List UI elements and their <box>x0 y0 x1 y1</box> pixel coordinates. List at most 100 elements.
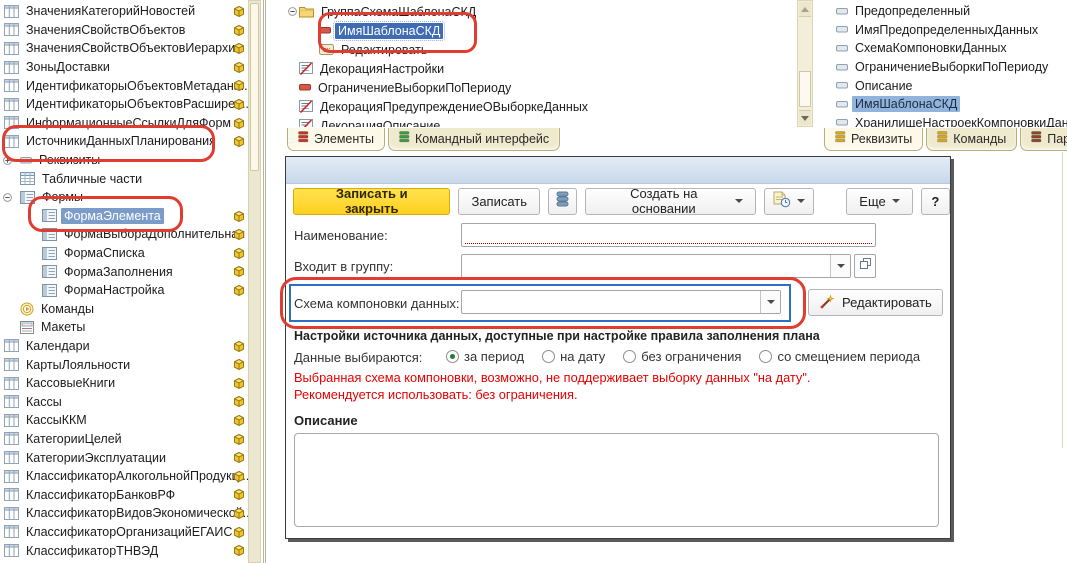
tree-item[interactable]: КассыККМ <box>0 411 248 430</box>
collapse-toggle-icon[interactable] <box>3 193 12 202</box>
tree-item[interactable]: Календари <box>0 337 248 356</box>
tree-item[interactable]: ЗоныДоставки <box>0 58 248 77</box>
dcs-dropdown-button[interactable] <box>760 291 780 313</box>
metadata-tree-scrollbar[interactable] <box>248 0 261 563</box>
tree-item[interactable]: ФормаЗаполнения <box>0 262 248 281</box>
tree-item[interactable]: ИсточникиДанныхПланирования <box>0 132 248 151</box>
radio-со-смещением-периода[interactable]: со смещением периода <box>759 349 920 364</box>
tree-item[interactable]: КлассификаторВидовЭкономической... <box>0 504 248 523</box>
save-button[interactable]: Записать <box>458 188 540 215</box>
tab-реквизиты[interactable]: Реквизиты <box>824 128 923 151</box>
tree-item[interactable]: КлассификаторТНВЭД <box>0 541 248 560</box>
tree-item[interactable]: КлассификаторАлкогольнойПродукц... <box>0 467 248 486</box>
tree-item[interactable]: ХранилищеНастроекКомпоновкиДан <box>822 114 1067 127</box>
tree-item[interactable]: окРедактировать <box>285 40 796 59</box>
catalog-icon <box>4 544 19 557</box>
tree-item[interactable]: ДекорацияНастройки <box>285 59 796 78</box>
modified-cube-icon <box>234 248 244 259</box>
catalog-icon <box>4 358 19 371</box>
tree-item[interactable]: Формы <box>0 188 248 207</box>
tree-item[interactable]: Команды <box>0 300 248 319</box>
tree-item[interactable]: ФормаСписка <box>0 244 248 263</box>
tree-item-label: ИдентификаторыОбъектовРасширен... <box>23 96 255 112</box>
help-button[interactable]: ? <box>921 188 950 215</box>
form-icon <box>42 228 57 241</box>
tree-item[interactable]: Реквизиты <box>0 151 248 170</box>
tree-item[interactable]: СхемаКомпоновкиДанных <box>822 39 1067 58</box>
tree-item[interactable]: КассовыеКниги <box>0 374 248 393</box>
tree-item[interactable]: ИмяШаблонаСКД <box>285 21 796 40</box>
form-caption-bar <box>286 157 950 184</box>
tree-item[interactable]: ФормаНастройка <box>0 281 248 300</box>
description-textarea[interactable] <box>294 433 939 527</box>
tree-item[interactable]: ЗначенияСвойствОбъектовИерархия <box>0 39 248 58</box>
group-open-button[interactable] <box>854 254 876 278</box>
scroll-down-button[interactable] <box>799 110 811 125</box>
tab-label: Реквизиты <box>851 132 912 146</box>
dcs-input[interactable] <box>461 290 781 314</box>
tree-item[interactable]: Описание <box>822 76 1067 95</box>
tree-item[interactable]: КлассификаторБанковРФ <box>0 485 248 504</box>
tree-item-label: Реквизиты <box>36 152 103 168</box>
tree-item[interactable]: КатегорииЭксплуатации <box>0 448 248 467</box>
more-button[interactable]: Еще <box>846 188 912 215</box>
tree-item[interactable]: ИдентификаторыОбъектовМетаданн... <box>0 76 248 95</box>
metadata-tree: ЗначенияКатегорийНовостейЗначенияСвойств… <box>0 2 248 560</box>
tree-item-label: СхемаКомпоновкиДанных <box>852 40 1010 56</box>
modified-cube-icon <box>234 434 244 445</box>
modified-cube-icon <box>234 6 244 17</box>
scroll-up-button[interactable] <box>799 2 811 17</box>
tree-item[interactable]: Макеты <box>0 318 248 337</box>
catalog-icon <box>4 395 19 408</box>
tab-парам[interactable]: Парам <box>1020 128 1067 151</box>
tab-команды[interactable]: Команды <box>926 128 1017 151</box>
tree-item[interactable]: ИдентификаторыОбъектовРасширен... <box>0 95 248 114</box>
edit-button[interactable]: Редактировать <box>808 289 943 316</box>
tree-item[interactable]: КатегорииЦелей <box>0 430 248 449</box>
tree-item[interactable]: ИнформационныеСсылкиДляФорм <box>0 114 248 133</box>
save-and-close-button[interactable]: Записать и закрыть <box>293 188 450 215</box>
modified-cube-icon <box>234 378 244 389</box>
scrollbar-thumb[interactable] <box>250 3 259 171</box>
tree-item[interactable]: ФормаЭлемента <box>0 207 248 226</box>
reports-dropdown-button[interactable] <box>764 188 814 215</box>
structure-button[interactable] <box>548 188 577 215</box>
tree-item-label: КатегорииЦелей <box>23 431 125 447</box>
form-icon <box>42 247 57 260</box>
tree-item[interactable]: ГруппаСхемаШаблонаСКД <box>285 2 796 21</box>
name-input[interactable] <box>461 223 876 247</box>
radio-на-дату[interactable]: на дату <box>542 349 605 364</box>
scrollbar-thumb[interactable] <box>799 71 811 107</box>
create-based-on-button[interactable]: Создать на основании <box>585 188 756 215</box>
modified-cube-icon <box>234 266 244 277</box>
section-title: Настройки источника данных, доступные пр… <box>294 329 820 343</box>
attributes-list: ПредопределенныйИмяПредопределенныхДанны… <box>822 0 1067 127</box>
tree-item[interactable]: ЗначенияКатегорийНовостей <box>0 2 248 21</box>
tree-item[interactable]: КартыЛояльности <box>0 355 248 374</box>
tree-item[interactable]: КлассификаторОрганизацийЕГАИС <box>0 523 248 542</box>
tree-item[interactable]: Кассы <box>0 392 248 411</box>
selection-mode-label: Данные выбираются: <box>294 350 422 365</box>
attr-icon <box>836 26 848 33</box>
panel-splitter[interactable] <box>263 0 266 563</box>
dcs-input-value <box>462 291 760 313</box>
radio-без-ограничения[interactable]: без ограничения <box>623 349 741 364</box>
tree-item[interactable]: Предопределенный <box>822 2 1067 21</box>
tree-item[interactable]: ОграничениеВыборкиПоПериоду <box>285 78 796 97</box>
tree-item[interactable]: ОграничениеВыборкиПоПериоду <box>822 58 1067 77</box>
group-dropdown-button[interactable] <box>830 255 850 277</box>
tree-item[interactable]: ДекорацияПредупреждениеОВыборкеДанных <box>285 97 796 116</box>
expand-toggle-icon[interactable] <box>3 156 12 165</box>
tree-item[interactable]: ЗначенияСвойствОбъектов <box>0 21 248 40</box>
collapse-toggle-icon[interactable] <box>288 7 297 16</box>
tab-элементы[interactable]: Элементы <box>287 128 385 151</box>
tree-item[interactable]: ДекорацияОписание <box>285 116 796 127</box>
form-elements-scrollbar[interactable] <box>797 0 813 127</box>
tree-item[interactable]: ИмяШаблонаСКД <box>822 95 1067 114</box>
tree-item[interactable]: ФормаВыбораДополнительная <box>0 225 248 244</box>
tree-item[interactable]: ИмяПредопределенныхДанных <box>822 21 1067 40</box>
radio-за-период[interactable]: за период <box>446 349 524 364</box>
tab-командный-интерфейс[interactable]: Командный интерфейс <box>388 128 560 151</box>
group-input[interactable] <box>461 254 851 278</box>
tree-item[interactable]: Табличные части <box>0 169 248 188</box>
